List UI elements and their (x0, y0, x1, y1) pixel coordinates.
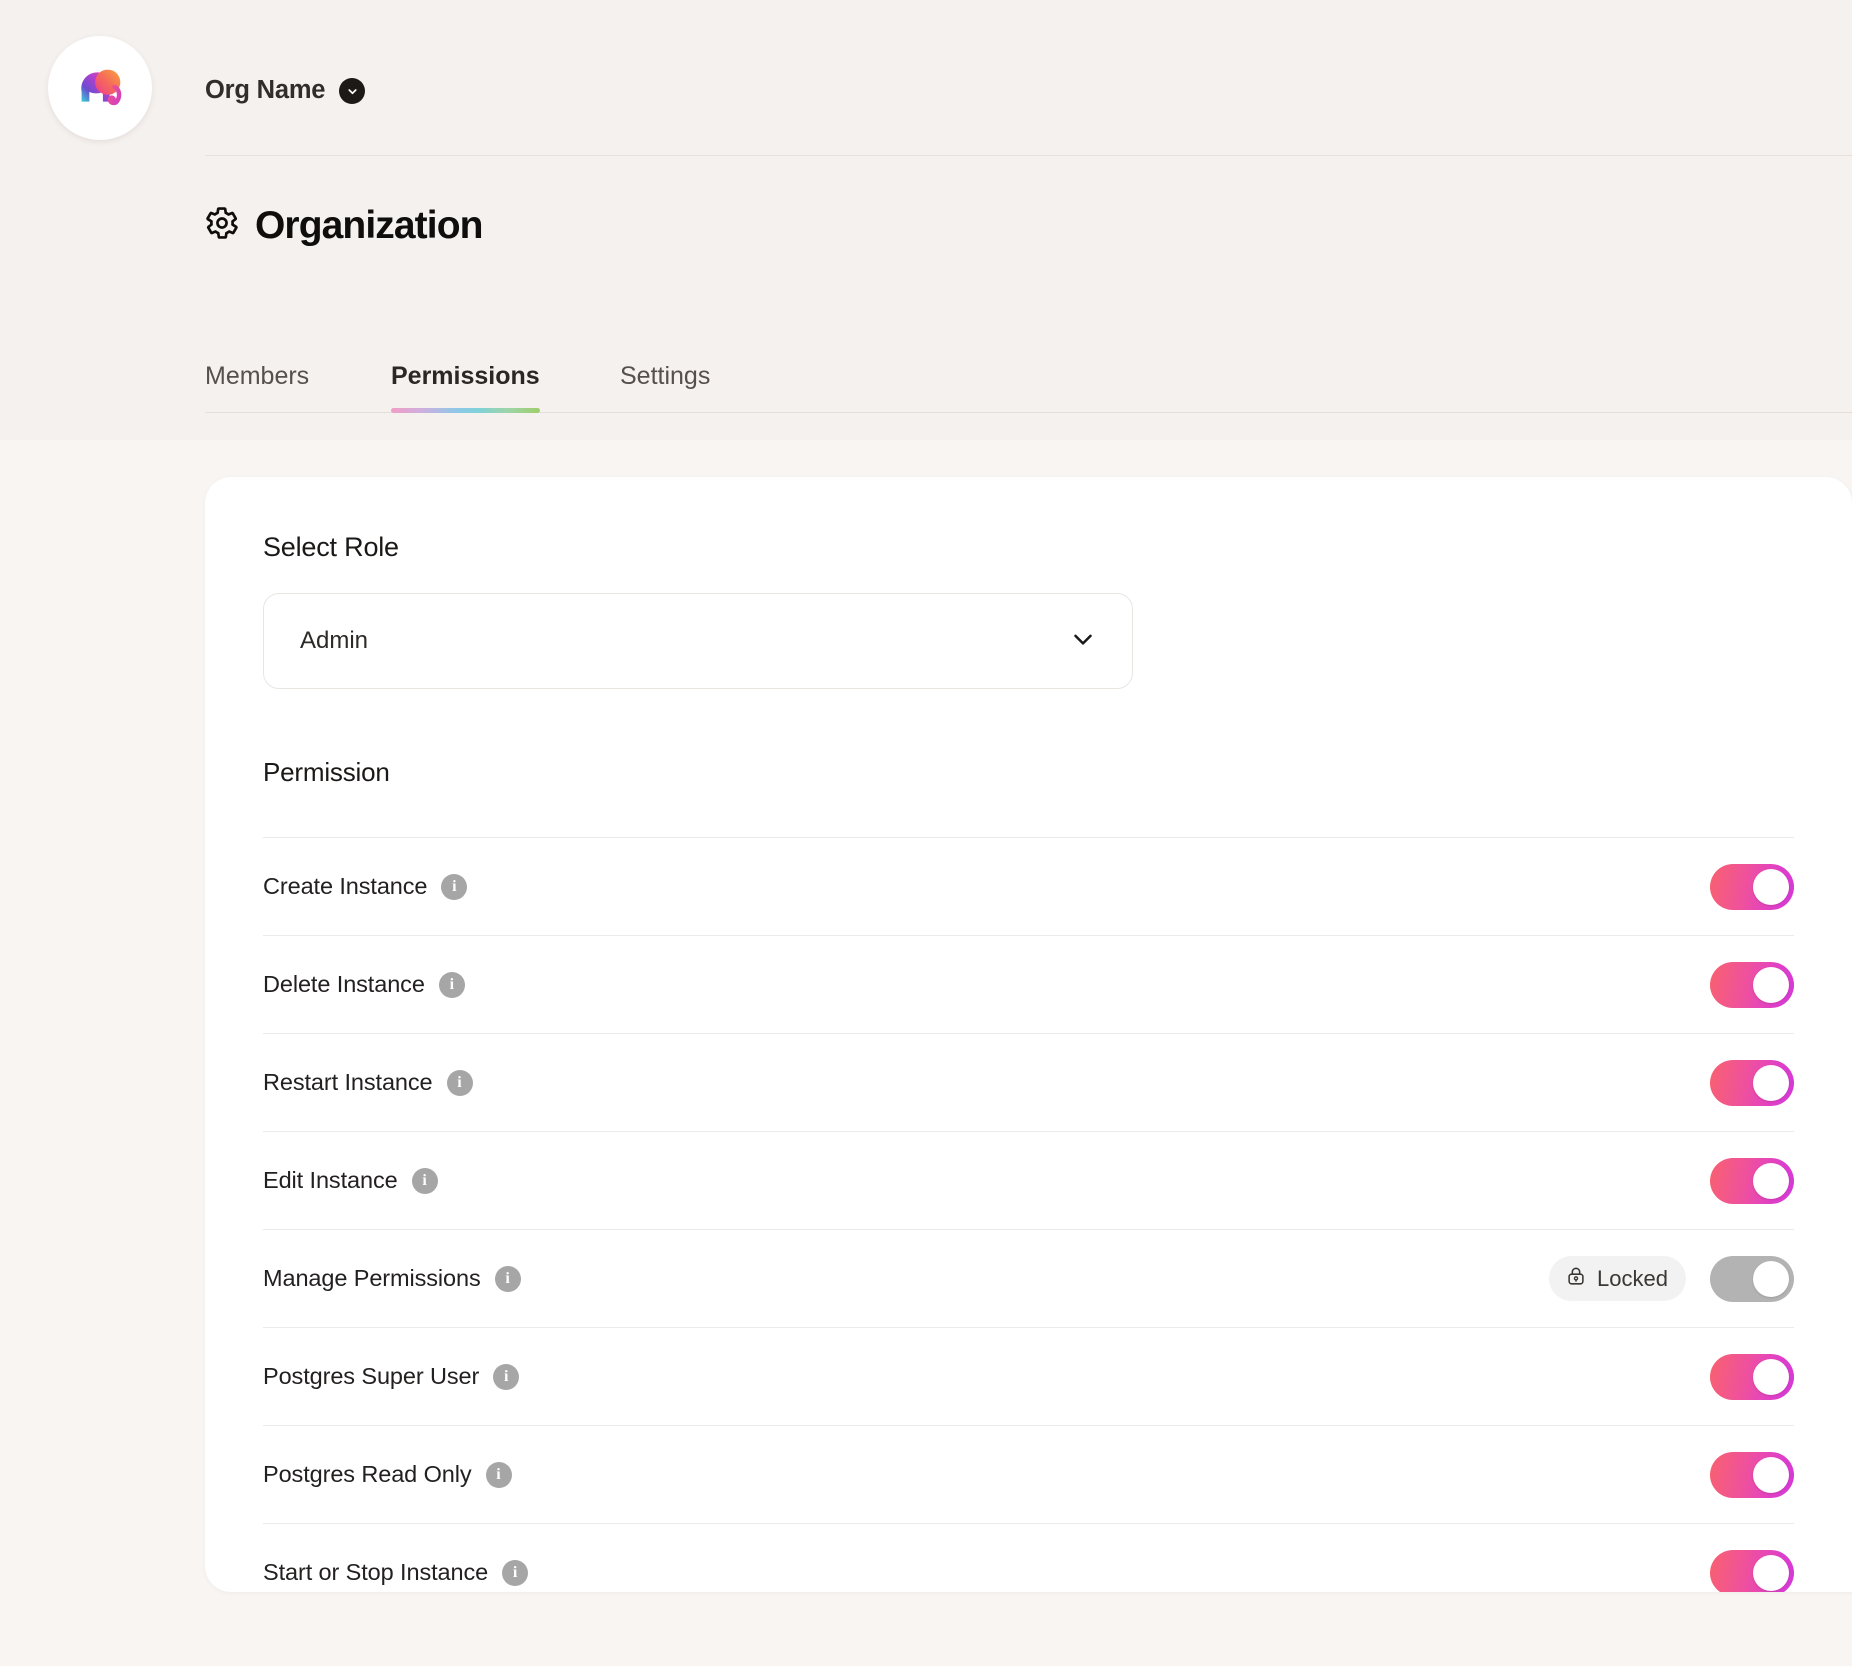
org-name-label: Org Name (205, 76, 326, 105)
role-select[interactable]: Admin (263, 593, 1133, 689)
permission-label-group: Postgres Super User i (263, 1362, 520, 1390)
permission-toggle[interactable] (1710, 1059, 1794, 1106)
toggle-knob (1753, 966, 1789, 1003)
permission-name: Start or Stop Instance (263, 1558, 489, 1585)
permission-control-group (1710, 961, 1794, 1008)
permission-name: Postgres Super User (263, 1362, 480, 1389)
org-logo[interactable] (48, 36, 152, 140)
permission-label-group: Delete Instance i (263, 970, 465, 998)
table-row: Edit Instance i (263, 1131, 1794, 1229)
toggle-knob (1753, 868, 1789, 905)
tab-members[interactable]: Members (205, 364, 309, 413)
permission-control-group (1710, 863, 1794, 910)
table-row: Delete Instance i (263, 935, 1794, 1033)
permissions-card: Select Role Admin Permission Create Inst… (205, 477, 1852, 1592)
toggle-knob (1753, 1554, 1789, 1591)
permission-toggle[interactable] (1710, 1451, 1794, 1498)
permission-toggle[interactable] (1710, 1353, 1794, 1400)
table-row: Manage Permissions i Locked (263, 1229, 1794, 1327)
info-icon[interactable]: i (438, 971, 465, 998)
permission-toggle[interactable] (1710, 961, 1794, 1008)
permission-toggle[interactable] (1710, 1549, 1794, 1592)
permission-name: Manage Permissions (263, 1264, 481, 1291)
permission-control-group (1710, 1549, 1794, 1592)
info-icon[interactable]: i (411, 1167, 438, 1194)
tab-label: Permissions (391, 362, 540, 390)
permission-label-group: Restart Instance i (263, 1068, 473, 1096)
permission-name: Delete Instance (263, 970, 425, 997)
toggle-knob (1753, 1162, 1789, 1199)
permission-label-group: Start or Stop Instance i (263, 1558, 529, 1586)
toggle-knob (1753, 1260, 1789, 1297)
info-icon[interactable]: i (493, 1363, 520, 1390)
header-divider (205, 155, 1852, 156)
table-row: Start or Stop Instance i (263, 1523, 1794, 1592)
chevron-down-icon[interactable] (339, 78, 366, 104)
info-icon[interactable]: i (446, 1069, 473, 1096)
table-row: Postgres Super User i (263, 1327, 1794, 1425)
permission-label-group: Manage Permissions i (263, 1264, 521, 1292)
info-icon[interactable]: i (494, 1265, 521, 1292)
permission-list: Create Instance i Delete Instance i Rest… (263, 837, 1794, 1592)
info-icon[interactable]: i (502, 1559, 529, 1586)
permission-label-group: Postgres Read Only i (263, 1460, 512, 1488)
permission-control-group (1710, 1157, 1794, 1204)
tab-bar: Members Permissions Settings (205, 315, 1852, 413)
permission-control-group (1710, 1451, 1794, 1498)
permission-name: Edit Instance (263, 1166, 398, 1193)
permission-toggle[interactable] (1710, 1157, 1794, 1204)
permission-control-group: Locked (1549, 1255, 1794, 1302)
page-title-label: Organization (255, 204, 483, 247)
org-header: Org Name (0, 0, 1852, 200)
permission-toggle-locked (1710, 1255, 1794, 1302)
permission-control-group (1710, 1353, 1794, 1400)
permission-toggle[interactable] (1710, 863, 1794, 910)
tab-permissions[interactable]: Permissions (391, 364, 540, 413)
elephant-logo-icon (69, 57, 131, 119)
permission-name: Create Instance (263, 872, 428, 899)
permission-control-group (1710, 1059, 1794, 1106)
toggle-knob (1753, 1358, 1789, 1395)
org-switcher[interactable]: Org Name (205, 76, 366, 105)
toggle-knob (1753, 1064, 1789, 1101)
permission-name: Postgres Read Only (263, 1460, 472, 1487)
table-row: Create Instance i (263, 837, 1794, 935)
locked-label: Locked (1597, 1265, 1668, 1291)
table-row: Postgres Read Only i (263, 1425, 1794, 1523)
table-row: Restart Instance i (263, 1033, 1794, 1131)
permission-label-group: Edit Instance i (263, 1166, 438, 1194)
tab-label: Settings (620, 362, 711, 390)
info-icon[interactable]: i (485, 1461, 512, 1488)
toggle-knob (1753, 1456, 1789, 1493)
gear-icon (205, 206, 239, 245)
permission-label-group: Create Instance i (263, 872, 468, 900)
tab-active-indicator (391, 408, 540, 413)
select-role-label: Select Role (263, 532, 399, 562)
tab-label: Members (205, 362, 310, 390)
tab-settings[interactable]: Settings (620, 364, 710, 413)
lock-icon (1565, 1265, 1587, 1292)
permission-section-heading: Permission (263, 757, 390, 787)
role-select-value: Admin (300, 627, 369, 654)
info-icon[interactable]: i (441, 873, 468, 900)
status-badge: Locked (1549, 1256, 1686, 1301)
chevron-down-icon (1068, 624, 1098, 659)
page-title: Organization (205, 206, 483, 245)
permission-name: Restart Instance (263, 1068, 433, 1095)
